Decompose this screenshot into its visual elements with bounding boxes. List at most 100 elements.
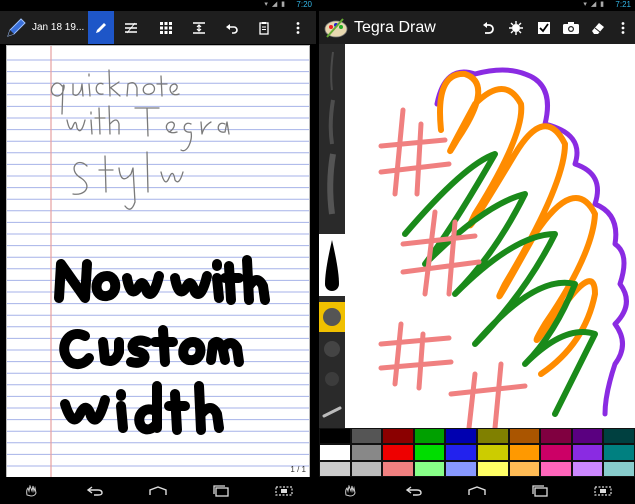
eraser-button[interactable] <box>585 11 611 44</box>
grid-icon <box>160 21 172 34</box>
menu-button[interactable] <box>264 481 304 501</box>
line-width-button[interactable] <box>117 11 145 44</box>
stroke-line-icon <box>322 406 342 418</box>
color-swatch[interactable] <box>350 444 383 461</box>
status-bar: ▾ ◢ ▮ 7:21 <box>319 0 635 10</box>
brush-thin-icon <box>330 51 334 91</box>
confirm-button[interactable] <box>531 11 557 44</box>
color-swatch[interactable] <box>445 444 477 461</box>
brush-effects-button[interactable] <box>503 11 529 44</box>
notebook-page[interactable]: 1 / 1 <box>6 45 310 478</box>
recent-apps-icon <box>532 484 548 497</box>
checkbox-icon <box>538 21 550 34</box>
recents-button[interactable] <box>201 481 241 501</box>
status-time: 7:21 <box>615 0 631 9</box>
back-button[interactable] <box>394 481 434 501</box>
menu-button[interactable] <box>583 481 623 501</box>
color-swatch[interactable] <box>350 428 383 445</box>
notes-action-bar: Jan 18 19... <box>0 11 316 44</box>
color-swatch[interactable] <box>382 444 414 461</box>
color-swatch[interactable] <box>445 428 477 445</box>
overflow-menu-button[interactable] <box>613 11 633 44</box>
color-swatch[interactable] <box>319 444 351 461</box>
capture-icon <box>594 485 612 496</box>
brush-wide-icon <box>327 153 336 215</box>
notes-app-screen: ▾ ◢ ▮ 7:20 Jan 18 19... 1 / 1 <box>0 0 316 504</box>
navigation-bar <box>319 477 635 504</box>
color-swatch[interactable] <box>571 428 604 445</box>
color-swatch[interactable] <box>603 460 635 477</box>
swatch-grid <box>319 428 635 477</box>
size-medium-icon <box>324 341 340 357</box>
system-icons: ▾ ◢ ▮ <box>583 1 605 8</box>
home-button[interactable] <box>457 481 497 501</box>
page-indicator: 1 / 1 <box>290 465 306 474</box>
color-swatch[interactable] <box>413 460 446 477</box>
color-swatch[interactable] <box>508 460 541 477</box>
color-swatch[interactable] <box>382 460 414 477</box>
color-swatch[interactable] <box>508 444 541 461</box>
undo-icon <box>483 21 494 34</box>
size-small-icon <box>325 372 339 386</box>
camera-icon <box>563 21 579 34</box>
screenshot-button[interactable] <box>12 481 52 501</box>
pen-tool-button[interactable] <box>88 11 114 44</box>
color-swatch[interactable] <box>445 460 477 477</box>
status-time: 7:20 <box>296 0 312 9</box>
navigation-bar <box>0 477 316 504</box>
color-swatch[interactable] <box>540 444 572 461</box>
color-swatch[interactable] <box>571 460 604 477</box>
color-swatch[interactable] <box>319 460 351 477</box>
clipboard-button[interactable] <box>250 11 278 44</box>
color-swatch[interactable] <box>413 428 446 445</box>
overflow-menu-button[interactable] <box>286 11 310 44</box>
home-button[interactable] <box>138 481 178 501</box>
insert-space-button[interactable] <box>185 11 213 44</box>
color-swatch[interactable] <box>571 444 604 461</box>
home-icon <box>468 485 486 495</box>
brush-shapes <box>319 51 345 418</box>
clipboard-icon <box>259 21 269 35</box>
grid-view-button[interactable] <box>152 11 180 44</box>
drawing-canvas[interactable] <box>345 44 635 428</box>
color-swatch[interactable] <box>540 428 572 445</box>
color-swatch[interactable] <box>413 444 446 461</box>
system-icons: ▾ ◢ ▮ <box>264 1 286 8</box>
date-text: Jan 18 19... <box>32 22 85 33</box>
app-pen-icon[interactable] <box>2 11 30 44</box>
color-swatch[interactable] <box>603 444 635 461</box>
screenshot-button[interactable] <box>331 481 371 501</box>
app-title-text: Tegra Draw <box>354 18 436 36</box>
overflow-menu-icon <box>296 21 300 34</box>
drawing-strokes <box>378 67 629 428</box>
color-swatch[interactable] <box>477 444 509 461</box>
color-swatch[interactable] <box>540 460 572 477</box>
line-width-icon <box>125 22 137 33</box>
color-swatch[interactable] <box>477 460 509 477</box>
date-label[interactable]: Jan 18 19... <box>32 11 88 44</box>
pencil-icon <box>96 22 106 33</box>
capture-icon <box>275 485 293 496</box>
eraser-icon <box>592 22 604 34</box>
color-swatch[interactable] <box>382 428 414 445</box>
app-logo[interactable] <box>322 11 350 44</box>
undo-button[interactable] <box>475 11 501 44</box>
color-swatch[interactable] <box>319 428 351 445</box>
size-large-icon <box>323 308 341 326</box>
back-button[interactable] <box>75 481 115 501</box>
brush-medium-icon <box>328 99 335 145</box>
undo-button[interactable] <box>218 11 246 44</box>
color-swatch[interactable] <box>477 428 509 445</box>
color-swatch[interactable] <box>350 460 383 477</box>
back-icon <box>405 485 422 496</box>
recents-button[interactable] <box>520 481 560 501</box>
camera-button[interactable] <box>557 11 585 44</box>
hand-icon <box>344 484 356 497</box>
color-palette <box>319 428 635 477</box>
handwriting-layer <box>50 69 270 435</box>
color-swatch[interactable] <box>603 428 635 445</box>
tegra-draw-screen: ▾ ◢ ▮ 7:21 Tegra Draw <box>319 0 635 504</box>
brush-toolbar <box>319 44 345 428</box>
color-swatch[interactable] <box>508 428 541 445</box>
back-icon <box>86 485 103 496</box>
